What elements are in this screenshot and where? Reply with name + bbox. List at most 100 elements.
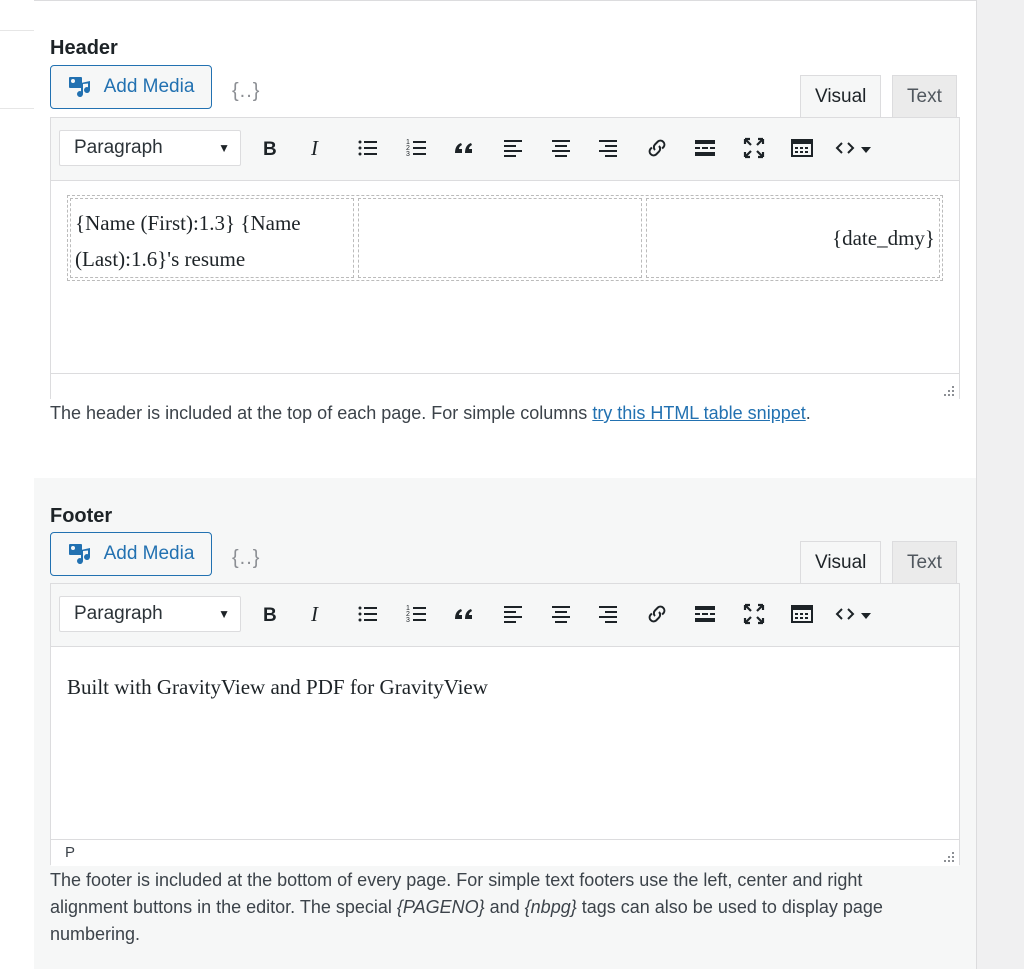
left-strip (0, 0, 34, 969)
element-path[interactable]: P (65, 844, 75, 861)
header-help-text: The header is included at the top of eac… (50, 400, 930, 427)
resize-grip-icon[interactable] (943, 851, 955, 863)
svg-text:I: I (310, 136, 319, 160)
blockquote-button[interactable] (448, 598, 480, 630)
left-divider (0, 108, 34, 109)
blockquote-icon (455, 143, 472, 153)
help-text: The header is included at the top of eac… (50, 403, 593, 423)
html-table-snippet-link[interactable]: try this HTML table snippet (592, 403, 805, 423)
footer-settings-panel: Footer Add Media {..} Visual Text Paragr… (34, 478, 976, 969)
header-table-cell[interactable]: {date_dmy} (646, 198, 940, 278)
footer-toolbar: Paragraph ▼ B I 123 (51, 584, 959, 647)
help-text-end: . (805, 403, 811, 423)
toolbar-toggle-icon (791, 605, 813, 623)
format-select-value: Paragraph (74, 603, 163, 624)
header-content-area[interactable]: {Name (First):1.3} {Name (Last):1.6}'s r… (51, 181, 959, 373)
read-more-icon (695, 140, 715, 156)
footer-help-text: The footer is included at the bottom of … (50, 867, 930, 948)
format-select-value: Paragraph (74, 137, 163, 158)
bold-icon: B (263, 605, 277, 626)
footer-tab-text[interactable]: Text (892, 541, 957, 583)
resize-grip-icon[interactable] (943, 385, 955, 397)
italic-button[interactable]: I (301, 132, 333, 164)
header-table-cell[interactable]: {Name (First):1.3} {Name (Last):1.6}'s r… (70, 198, 354, 278)
code-dropdown-button[interactable] (835, 132, 883, 164)
read-more-button[interactable] (689, 598, 721, 630)
media-icon (68, 544, 90, 565)
footer-merge-tags-button[interactable]: {..} (232, 547, 260, 570)
align-center-icon (552, 606, 570, 623)
header-label: Header (50, 37, 118, 59)
header-merge-tags-button[interactable]: {..} (232, 80, 260, 103)
add-media-label: Add Media (103, 543, 195, 564)
svg-text:B: B (263, 605, 277, 626)
header-table-cell[interactable] (358, 198, 642, 278)
fullscreen-icon (743, 137, 765, 159)
numbered-list-icon: 123 (406, 605, 426, 624)
add-media-label: Add Media (103, 76, 195, 97)
header-tab-text[interactable]: Text (892, 75, 957, 117)
bold-button[interactable]: B (254, 132, 286, 164)
align-right-button[interactable] (592, 598, 624, 630)
footer-label: Footer (50, 505, 113, 527)
footer-content-text[interactable]: Built with GravityView and PDF for Gravi… (67, 675, 488, 700)
align-right-button[interactable] (592, 132, 624, 164)
blockquote-button[interactable] (448, 132, 480, 164)
svg-text:3: 3 (406, 151, 410, 158)
align-right-icon (599, 606, 617, 623)
align-left-icon (504, 606, 522, 623)
align-center-button[interactable] (545, 598, 577, 630)
toolbar-toggle-button[interactable] (786, 598, 818, 630)
link-icon (648, 605, 666, 623)
italic-button[interactable]: I (301, 598, 333, 630)
code-icon (835, 142, 871, 154)
read-more-icon (695, 606, 715, 622)
media-icon (68, 77, 90, 98)
read-more-button[interactable] (689, 132, 721, 164)
align-center-icon (552, 140, 570, 157)
left-divider (0, 30, 34, 31)
insert-link-button[interactable] (641, 598, 673, 630)
code-dropdown-button[interactable] (835, 598, 883, 630)
header-toolbar: Paragraph ▼ B I 123 (51, 118, 959, 181)
align-left-icon (504, 140, 522, 157)
italic-icon: I (310, 136, 319, 160)
footer-tab-visual[interactable]: Visual (800, 541, 882, 583)
footer-add-media-button[interactable]: Add Media (50, 532, 212, 576)
bulleted-list-button[interactable] (352, 598, 384, 630)
caret-down-icon: ▼ (218, 607, 230, 621)
numbered-list-button[interactable]: 123 (401, 598, 433, 630)
toolbar-toggle-icon (791, 139, 813, 157)
align-right-icon (599, 140, 617, 157)
align-left-button[interactable] (497, 132, 529, 164)
bulleted-list-icon (358, 140, 377, 156)
bold-button[interactable]: B (254, 598, 286, 630)
footer-format-select[interactable]: Paragraph ▼ (59, 596, 241, 632)
svg-text:I: I (310, 602, 319, 626)
code-icon (835, 608, 871, 620)
header-format-select[interactable]: Paragraph ▼ (59, 130, 241, 166)
link-icon (648, 139, 666, 157)
header-statusbar (51, 373, 959, 400)
header-add-media-button[interactable]: Add Media (50, 65, 212, 109)
header-settings-panel: Header Add Media {..} Visual Text Paragr… (34, 0, 976, 478)
footer-content-area[interactable]: Built with GravityView and PDF for Gravi… (51, 647, 959, 839)
header-editor: Paragraph ▼ B I 123 {Name (First):1.3} {… (50, 117, 960, 400)
help-text: and (484, 897, 525, 917)
nbpg-tag: {nbpg} (524, 897, 577, 917)
toolbar-toggle-button[interactable] (786, 132, 818, 164)
italic-icon: I (310, 602, 319, 626)
bold-icon: B (263, 139, 277, 160)
header-html-table: {Name (First):1.3} {Name (Last):1.6}'s r… (67, 195, 943, 281)
bulleted-list-icon (358, 606, 377, 622)
footer-statusbar: P (51, 839, 959, 866)
align-left-button[interactable] (497, 598, 529, 630)
fullscreen-button[interactable] (738, 132, 770, 164)
numbered-list-button[interactable]: 123 (401, 132, 433, 164)
fullscreen-button[interactable] (738, 598, 770, 630)
align-center-button[interactable] (545, 132, 577, 164)
insert-link-button[interactable] (641, 132, 673, 164)
bulleted-list-button[interactable] (352, 132, 384, 164)
footer-editor: Paragraph ▼ B I 123 Built with GravityVi… (50, 583, 960, 866)
header-tab-visual[interactable]: Visual (800, 75, 882, 117)
